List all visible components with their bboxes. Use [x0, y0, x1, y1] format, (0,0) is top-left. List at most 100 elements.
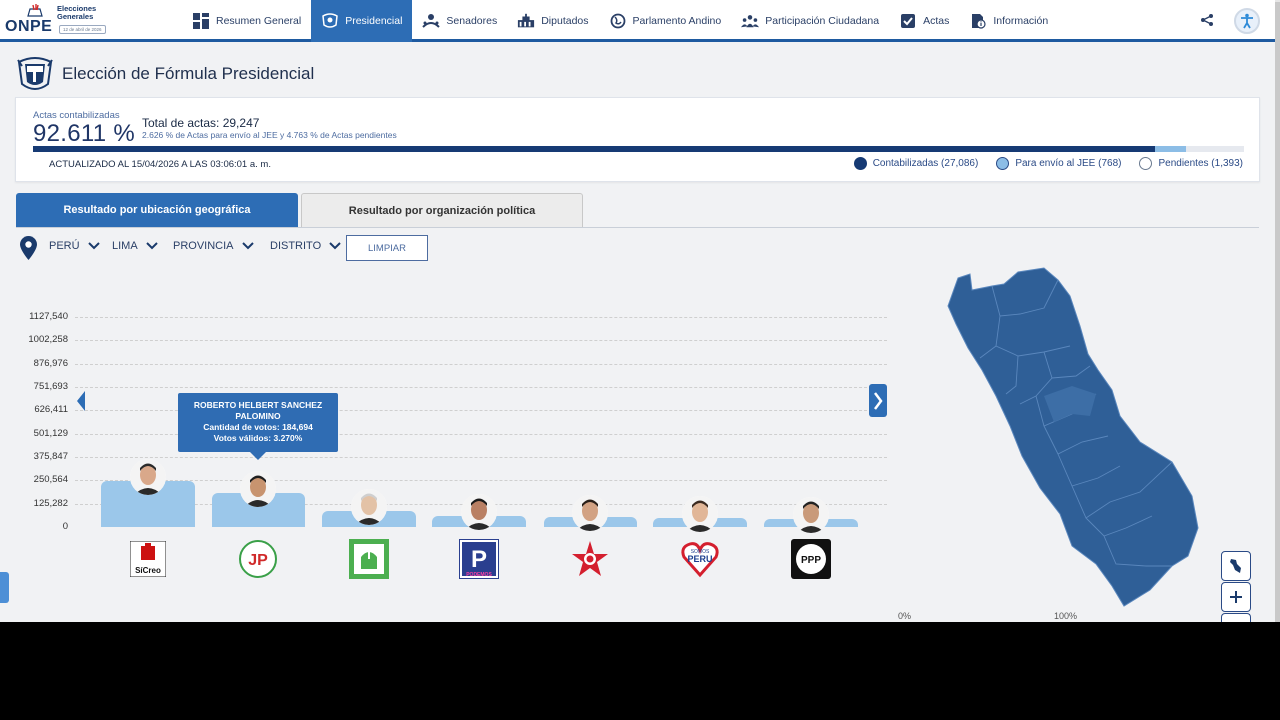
party-logo-icon[interactable]: PPP — [791, 539, 831, 579]
nav-parlamento-andino[interactable]: Parlamento Andino — [599, 0, 732, 42]
grid-line — [75, 340, 887, 342]
nav-label: Información — [993, 15, 1049, 27]
progress-contabilizadas — [33, 146, 1155, 152]
party-logo-icon[interactable]: PERU SOMOS — [680, 539, 720, 579]
legend-contabilizadas: Contabilizadas (27,086) — [853, 157, 979, 170]
candidate-photo[interactable] — [461, 493, 497, 530]
results-bar-chart: 1127,540 1002,258 876,976 751,693 626,411 501… — [0, 290, 900, 600]
tooltip-votes: Cantidad de votos: 184,694 — [203, 422, 313, 432]
top-navigation-bar: ONPE Elecciones Generales 12 de abril de… — [0, 0, 1275, 42]
peru-outline-icon — [1230, 559, 1241, 573]
people-icon — [741, 13, 760, 29]
y-tick-label: 1002,258 — [28, 334, 68, 346]
filter-province[interactable]: PROVINCIA — [173, 240, 254, 252]
y-tick-label: 876,976 — [33, 357, 68, 369]
emblem-icon — [321, 13, 339, 29]
y-tick-label: 1127,540 — [29, 311, 68, 322]
candidate-tooltip: ROBERTO HELBERT SANCHEZ PALOMINO Cantida… — [178, 393, 338, 460]
updated-timestamp: ACTUALIZADO AL 15/04/2026 A LAS 03:06:01… — [49, 159, 271, 170]
tab-political-org[interactable]: Resultado por organización política — [301, 193, 583, 227]
map-zoom-out-button[interactable] — [1221, 613, 1251, 622]
svg-text:P: P — [471, 546, 487, 573]
chevron-right-icon — [874, 391, 883, 410]
candidate-photo[interactable] — [351, 489, 387, 526]
party-logo-icon[interactable]: P PODEMOS — [459, 539, 499, 579]
logo-text: ONPE — [5, 18, 53, 35]
nav-senadores[interactable]: Senadores — [412, 0, 507, 42]
nav-diputados[interactable]: Diputados — [507, 0, 598, 42]
actas-progress-bar — [33, 146, 1244, 152]
filter-label: PROVINCIA — [173, 240, 234, 252]
filter-country[interactable]: PERÚ — [49, 240, 100, 252]
dashboard-icon — [192, 13, 210, 29]
legend-label: Para envío al JEE (768) — [1015, 158, 1122, 169]
nav-resumen-general[interactable]: Resumen General — [182, 0, 311, 42]
chart-prev-arrow[interactable] — [76, 390, 86, 412]
legend-label: Pendientes (1,393) — [1158, 158, 1243, 169]
accessibility-icon[interactable] — [1234, 8, 1260, 34]
nav-actas[interactable]: Actas — [889, 0, 959, 42]
svg-text:SOMOS: SOMOS — [691, 549, 710, 555]
grid-line — [75, 317, 887, 318]
filter-district[interactable]: DISTRITO — [270, 240, 341, 252]
party-logo-icon[interactable]: JP — [238, 539, 278, 579]
svg-text:JP: JP — [248, 552, 268, 569]
nav-label: Parlamento Andino — [632, 15, 722, 27]
map-zoom-in-button[interactable] — [1221, 582, 1251, 612]
page-scrollbar[interactable] — [1275, 0, 1280, 622]
info-doc-icon — [969, 13, 987, 29]
event-title: Elecciones Generales — [57, 4, 97, 21]
svg-text:SíCreo: SíCreo — [135, 566, 161, 575]
filter-label: PERÚ — [49, 240, 80, 252]
actas-percentage: 92.611 % — [33, 120, 136, 147]
lima-region-map[interactable] — [940, 266, 1210, 611]
party-logo-icon[interactable] — [349, 539, 389, 579]
location-pin-icon — [20, 236, 37, 260]
candidate-photo[interactable] — [793, 496, 829, 533]
nav-label: Participación Ciudadana — [765, 15, 880, 27]
side-panel-toggle[interactable] — [0, 572, 9, 603]
candidate-photo[interactable] — [240, 470, 276, 507]
legend-jee: Para envío al JEE (768) — [996, 157, 1121, 170]
nav-participacion-ciudadana[interactable]: Participación Ciudadana — [731, 0, 889, 42]
legend-dot — [996, 157, 1010, 170]
filter-region[interactable]: LIMA — [112, 240, 158, 252]
nav-label: Diputados — [541, 15, 589, 27]
svg-text:PERU: PERU — [687, 554, 712, 564]
nav-label: Senadores — [446, 15, 498, 27]
filter-label: DISTRITO — [270, 240, 322, 252]
svg-text:PODEMOS: PODEMOS — [466, 572, 492, 578]
nav-informacion[interactable]: Información — [959, 0, 1058, 42]
event-date: 12 de abril de 2026 — [59, 25, 106, 34]
tooltip-valid-votes: Votos válidos: 3.270% — [213, 433, 303, 443]
chevron-down-icon — [87, 242, 100, 250]
nav-label: Resumen General — [216, 15, 302, 27]
y-tick-label: 125,282 — [33, 497, 68, 509]
filter-label: LIMA — [112, 240, 138, 252]
y-tick-label: 0 — [62, 521, 68, 532]
legend-label: Contabilizadas (27,086) — [872, 158, 979, 169]
page-title: Elección de Fórmula Presidencial — [62, 64, 315, 83]
map-region[interactable] — [947, 267, 1199, 607]
chevron-down-icon — [241, 242, 254, 250]
y-tick-label: 626,411 — [34, 404, 68, 416]
party-logo-icon[interactable] — [570, 539, 610, 579]
nav-label: Actas — [923, 15, 950, 27]
share-icon[interactable] — [1200, 13, 1216, 29]
onpe-logo[interactable]: ONPE Elecciones Generales 12 de abril de… — [5, 4, 115, 38]
tooltip-candidate-name: ROBERTO HELBERT SANCHEZ PALOMINO — [193, 400, 323, 421]
map-country-button[interactable] — [1221, 551, 1251, 581]
progress-jee — [1154, 146, 1187, 152]
app: ONPE Elecciones Generales 12 de abril de… — [0, 0, 1280, 622]
y-tick-label: 501,129 — [33, 427, 68, 439]
progress-legend: Contabilizadas (27,086) Para envío al JE… — [853, 157, 1243, 170]
candidate-photo[interactable] — [682, 495, 718, 532]
chart-next-button[interactable] — [869, 384, 887, 417]
clear-filters-button[interactable]: LIMPIAR — [346, 235, 428, 261]
grid-line — [75, 457, 887, 458]
legend-dot — [853, 157, 867, 170]
checklist-icon — [899, 13, 917, 29]
tab-geographic[interactable]: Resultado por ubicación geográfica — [16, 193, 298, 227]
party-logo-icon[interactable]: SíCreo — [128, 539, 168, 579]
nav-presidencial[interactable]: Presidencial — [311, 0, 413, 42]
